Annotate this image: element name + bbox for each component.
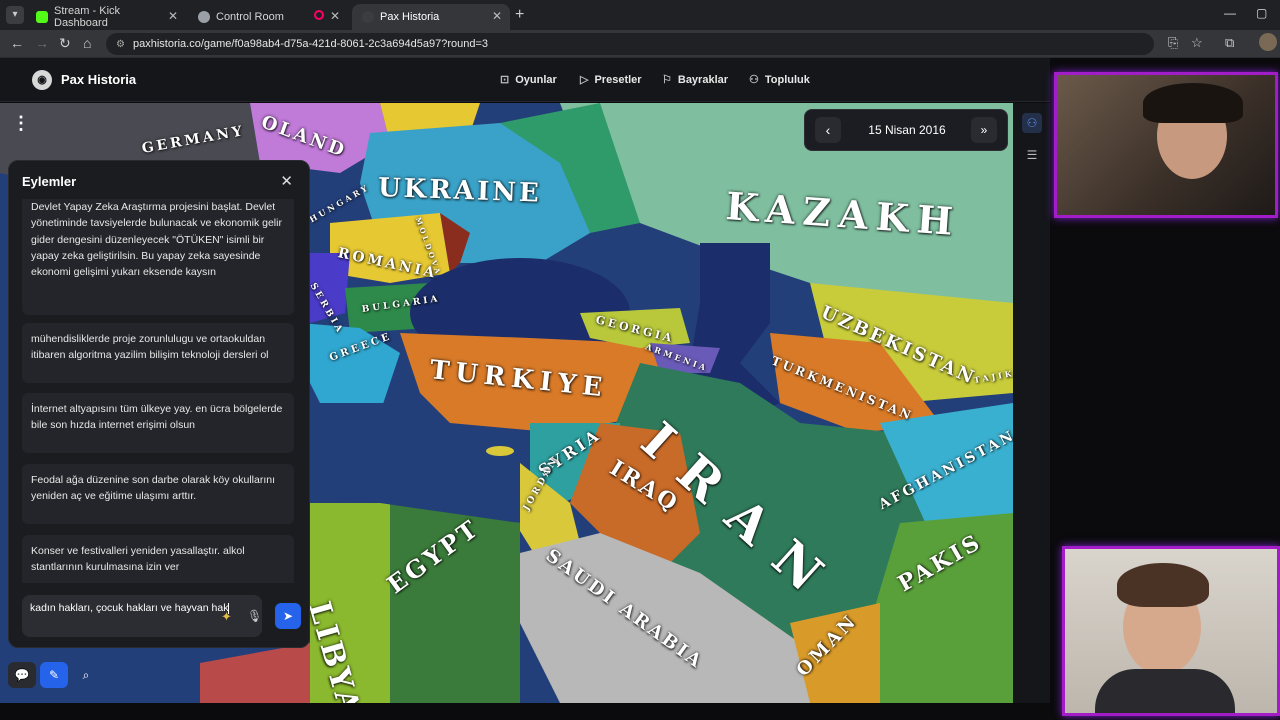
maximize-window-button[interactable]: ▢ — [1256, 6, 1267, 20]
site-info-icon[interactable]: ⚙ — [116, 39, 125, 50]
tab-title: Stream - Kick Dashboard — [54, 5, 121, 29]
pax-historia-favicon-icon — [362, 11, 374, 23]
chat-icon[interactable]: 💬 — [8, 662, 36, 688]
nav-label: Bayraklar — [677, 73, 729, 86]
nav-presetler[interactable]: ▷ Presetler — [580, 73, 642, 87]
tab-pax-historia[interactable]: Pax Historia ✕ — [352, 4, 510, 30]
tab-title: Control Room — [216, 11, 284, 23]
current-date: 15 Nisan 2016 — [868, 123, 946, 137]
back-button[interactable]: ← — [10, 35, 24, 51]
send-button[interactable]: ➤ — [275, 603, 301, 629]
close-tab-icon[interactable]: ✕ — [330, 9, 340, 23]
nav-label: Topluluk — [764, 73, 810, 86]
recording-icon — [314, 10, 324, 20]
webcam-bottom — [1062, 546, 1280, 716]
action-item[interactable]: Konser ve festivalleri yeniden yasallaşt… — [22, 535, 294, 583]
nav-oyunlar[interactable]: ⊡ Oyunlar — [500, 73, 557, 87]
install-app-icon[interactable]: ⎘ — [1168, 35, 1178, 51]
action-input-text: kadın hakları, çocuk hakları ve hayvan h… — [30, 602, 229, 614]
extensions-icon[interactable]: ⧉ — [1225, 35, 1234, 51]
browser-tab-bar: ▾ Stream - Kick Dashboard ✕ Control Room… — [0, 0, 1280, 30]
map-label-ukraine: UKRAINE — [377, 173, 543, 209]
news-icon[interactable]: ☰ — [1022, 145, 1042, 165]
guest-hair — [1117, 563, 1209, 607]
url-field[interactable]: ⚙ paxhistoria.co/game/f0a98ab4-d75a-421d… — [106, 33, 1154, 55]
advance-turn-button[interactable]: » — [971, 117, 997, 143]
globe-favicon-icon — [198, 11, 210, 23]
pax-historia-logo-icon[interactable]: ◉ — [32, 70, 52, 90]
nav-label: Oyunlar — [515, 73, 557, 86]
flag-icon: ⚐ — [662, 74, 672, 86]
forward-button[interactable]: → — [35, 35, 49, 51]
close-icon[interactable]: ✕ — [280, 172, 293, 190]
guest-body — [1095, 669, 1235, 713]
action-item[interactable]: Devlet Yapay Zeka Araştırma projesini ba… — [22, 199, 294, 315]
map-menu-dots-icon[interactable]: ⋮ — [12, 113, 30, 134]
nav-topluluk[interactable]: ⚇ Topluluk — [749, 73, 810, 87]
close-tab-icon[interactable]: ✕ — [168, 9, 178, 23]
webcam-top — [1054, 72, 1278, 218]
ai-sparkle-icon[interactable]: ✦ — [221, 609, 232, 625]
brand-name[interactable]: Pax Historia — [61, 72, 136, 87]
home-button[interactable]: ⌂ — [83, 35, 91, 51]
panel-title: Eylemler — [22, 174, 77, 189]
site-header: ◉ Pax Historia ⊡ Oyunlar ▷ Presetler ⚐ B… — [0, 58, 1050, 102]
reload-button[interactable]: ↻ — [59, 35, 71, 52]
tab-control-room[interactable]: Control Room ✕ — [188, 4, 348, 30]
nav-bayraklar[interactable]: ⚐ Bayraklar — [662, 73, 729, 87]
url-text: paxhistoria.co/game/f0a98ab4-d75a-421d-8… — [132, 38, 488, 50]
users-icon: ⚇ — [749, 74, 759, 86]
tab-title: Pax Historia — [380, 11, 440, 23]
streamer-hair — [1143, 83, 1243, 123]
nav-label: Presetler — [594, 73, 642, 86]
close-tab-icon[interactable]: ✕ — [492, 9, 502, 23]
play-icon: ▷ — [580, 74, 589, 86]
date-control: ‹ 15 Nisan 2016 » — [804, 109, 1008, 151]
search-icon[interactable]: ⌕ — [72, 662, 100, 688]
gamepad-icon: ⊡ — [500, 74, 510, 86]
address-bar-row: ← → ↻ ⌂ ⚙ paxhistoria.co/game/f0a98ab4-d… — [0, 30, 1280, 58]
kick-favicon-icon — [36, 11, 48, 23]
profile-avatar[interactable] — [1259, 33, 1277, 51]
right-tool-strip: ⚇ ☰ — [1013, 103, 1050, 703]
action-item[interactable]: Feodal ağa düzenine son darbe olarak köy… — [22, 464, 294, 524]
actions-panel: Eylemler ✕ Devlet Yapay Zeka Araştırma p… — [8, 160, 310, 648]
tab-search-button[interactable]: ▾ — [6, 6, 24, 24]
minimize-window-button[interactable]: — — [1224, 6, 1236, 20]
new-tab-button[interactable]: + — [515, 6, 524, 24]
bookmark-star-icon[interactable]: ☆ — [1191, 35, 1203, 51]
tab-kick-dashboard[interactable]: Stream - Kick Dashboard ✕ — [26, 4, 186, 30]
microphone-icon[interactable]: 🎙 — [247, 609, 262, 623]
action-item[interactable]: İnternet altyapısını tüm ülkeye yay. en … — [22, 393, 294, 453]
actions-toggle-icon[interactable]: ✎ — [40, 662, 68, 688]
actions-list[interactable]: Devlet Yapay Zeka Araştırma projesini ba… — [22, 199, 294, 583]
previous-turn-button[interactable]: ‹ — [815, 117, 841, 143]
action-item[interactable]: mühendisliklerde proje zorunlulugu ve or… — [22, 323, 294, 383]
bottom-controls: 💬 ✎ ⌕ — [8, 662, 104, 688]
players-icon[interactable]: ⚇ — [1022, 113, 1042, 133]
